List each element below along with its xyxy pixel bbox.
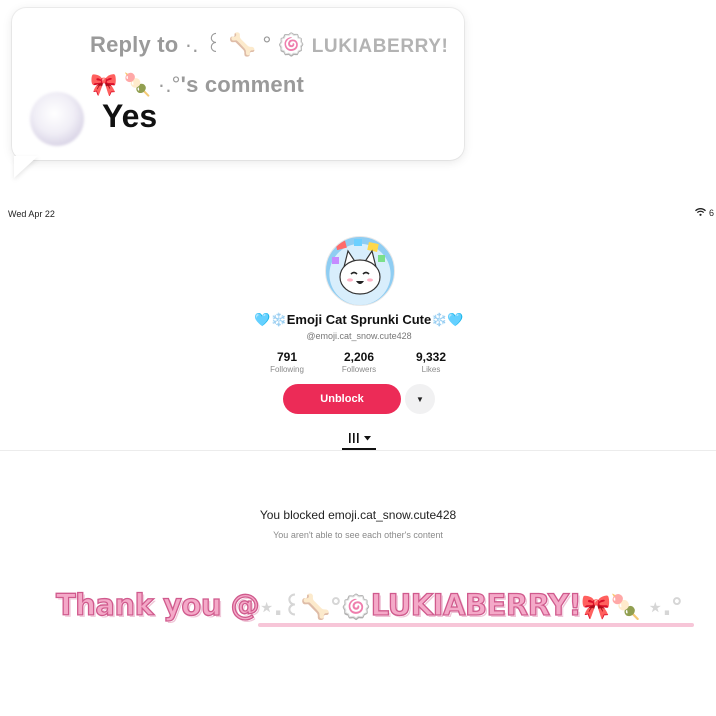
caption-lead: Thank you @ bbox=[55, 587, 260, 622]
status-right: 6 bbox=[695, 208, 714, 218]
grid-icon bbox=[348, 433, 359, 443]
stat-following-value: 791 bbox=[276, 350, 298, 364]
tab-videos[interactable] bbox=[344, 428, 374, 448]
reply-bubble-tail bbox=[14, 156, 38, 178]
unblock-button[interactable]: Unblock bbox=[283, 384, 401, 414]
stat-likes-label: Likes bbox=[421, 365, 441, 374]
reply-prefix: Reply to bbox=[90, 32, 185, 57]
stat-followers-value: 2,206 bbox=[343, 350, 375, 364]
profile-handle: @emoji.cat_snow.cute428 bbox=[306, 331, 412, 341]
stat-likes-value: 9,332 bbox=[415, 350, 447, 364]
reply-suffix: 's comment bbox=[180, 72, 305, 97]
reply-username[interactable]: LUKIABERRY! bbox=[312, 36, 449, 57]
blocked-message-title: You blocked emoji.cat_snow.cute428 bbox=[259, 508, 457, 522]
profile-avatar[interactable] bbox=[325, 236, 395, 306]
stat-followers[interactable]: 2,206 Followers bbox=[324, 350, 394, 374]
avatar[interactable] bbox=[30, 92, 84, 146]
thank-you-caption: Thank you @⋆.꒰🦴°🍥LUKIABERRY!🎀🍡 ⋆.° bbox=[55, 587, 706, 622]
stat-following[interactable]: 791 Following bbox=[252, 350, 322, 374]
chevron-down-icon bbox=[363, 435, 371, 440]
cat-avatar-icon bbox=[332, 239, 385, 295]
reply-deco-1: ·. ꒰ 🦴 ° 🍥 bbox=[184, 32, 312, 57]
caption-deco: ⋆.꒰🦴°🍥 bbox=[259, 593, 371, 621]
name-left-deco: 🩵❄️ bbox=[254, 312, 287, 327]
stat-likes[interactable]: 9,332 Likes bbox=[396, 350, 466, 374]
stat-followers-label: Followers bbox=[341, 365, 377, 374]
stat-following-label: Following bbox=[270, 365, 304, 374]
reply-header: Reply to ·. ꒰ 🦴 ° 🍥 LUKIABERRY! 🎀 🍡 ·.°'… bbox=[90, 26, 448, 104]
reply-deco-2: 🎀 🍡 ·.° bbox=[90, 72, 181, 97]
chevron-down-icon: ▼ bbox=[416, 394, 424, 404]
reply-header-line-1: Reply to ·. ꒰ 🦴 ° 🍥 LUKIABERRY! bbox=[90, 26, 448, 66]
battery-level: 6 bbox=[708, 208, 714, 218]
more-options-button[interactable]: ▼ bbox=[405, 384, 435, 414]
caption-username: LUKIABERRY! bbox=[370, 587, 582, 622]
wifi-icon bbox=[695, 208, 706, 218]
status-date: Wed Apr 22 bbox=[8, 209, 55, 219]
blocked-message-subtitle: You aren't able to see each other's cont… bbox=[273, 530, 443, 540]
reply-text: Yes bbox=[102, 98, 158, 134]
name-right-deco: ❄️🩵 bbox=[431, 312, 464, 327]
status-bar: Wed Apr 22 6 bbox=[0, 204, 716, 224]
caption-tail: 🎀🍡 ⋆.° bbox=[581, 593, 683, 621]
tab-divider bbox=[0, 450, 716, 451]
caption-underline bbox=[258, 623, 694, 627]
display-name-text: Emoji Cat Sprunki Cute bbox=[286, 312, 432, 327]
profile-display-name: 🩵❄️Emoji Cat Sprunki Cute❄️🩵 bbox=[230, 312, 488, 328]
